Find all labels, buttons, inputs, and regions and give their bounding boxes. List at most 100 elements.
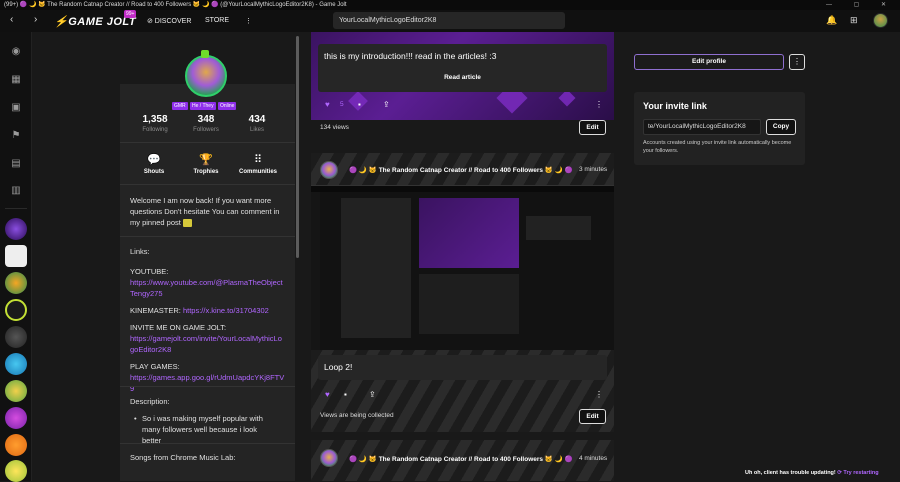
toast-message: Uh oh, client has trouble updating! [745, 470, 836, 476]
gift-icon[interactable]: ⊞ [850, 15, 858, 26]
community-avatar[interactable] [5, 460, 27, 482]
top-nav: ‹ › ⚡GAME JOLT 99+ ⊘ DISCOVER STORE ⋮ Yo… [0, 10, 900, 32]
heart-icon[interactable]: ♥ [325, 390, 330, 399]
forward-icon[interactable]: › [34, 14, 37, 25]
profile-divider [120, 236, 295, 237]
broadcast-icon[interactable]: ◉ [9, 46, 23, 58]
avatar-badge-icon [201, 50, 209, 58]
backpack-icon[interactable]: ▣ [9, 102, 23, 114]
invite-link-field[interactable]: te/YourLocalMythicLogoEditor2K8 [643, 119, 761, 135]
edit-post-button[interactable]: Edit [579, 120, 606, 135]
post-text: Loop 2! [324, 362, 353, 372]
description-section: Description: • So i was making myself po… [130, 396, 285, 446]
decor-diamond [558, 89, 576, 107]
description-heading: Description: [130, 397, 170, 406]
restart-link[interactable]: ⟳ Try restarting [837, 470, 878, 476]
links-heading: Links: [130, 247, 150, 256]
shouts-label[interactable]: Shouts [129, 169, 179, 175]
community-avatar[interactable] [5, 299, 27, 321]
community-avatar[interactable] [5, 218, 27, 240]
article-title: this is my introduction!!! read in the a… [324, 51, 497, 61]
community-avatar[interactable] [5, 326, 27, 348]
bullet-icon: • [134, 414, 137, 423]
profile-divider [120, 443, 295, 444]
store-icon[interactable]: ▦ [9, 74, 23, 86]
sidebar-scrollbar[interactable] [296, 36, 299, 258]
community-avatar[interactable] [5, 380, 27, 402]
trophy-icon[interactable]: 🏆 [199, 153, 213, 166]
invite-note: Accounts created using your invite link … [643, 140, 792, 154]
description-item: So i was making myself popular with many… [142, 414, 263, 445]
share-icon[interactable]: ⇪ [383, 100, 390, 109]
post-menu-icon[interactable]: ⋮ [595, 100, 603, 109]
communities-icon[interactable]: ⠿ [251, 153, 265, 166]
community-avatar[interactable] [5, 407, 27, 429]
comment-icon[interactable]: ▪ [344, 390, 347, 399]
play-games-label: PLAY GAMES: [130, 362, 180, 371]
profile-avatar[interactable] [185, 55, 227, 97]
post-screenshot-image[interactable] [311, 185, 614, 351]
more-menu-icon[interactable]: ⋮ [245, 17, 252, 25]
comment-icon[interactable]: ▪ [358, 100, 361, 109]
community-avatar[interactable] [5, 434, 27, 456]
youtube-label: YOUTUBE: [130, 267, 169, 276]
search-input[interactable]: YourLocalMythicLogoEditor2K8 [333, 12, 565, 29]
profile-divider [120, 386, 295, 387]
post-author[interactable]: 🟣 🌙 🐱 The Random Catnap Creator // Road … [349, 166, 573, 174]
post-time: 3 minutes [579, 166, 608, 173]
edit-profile-button[interactable]: Edit profile [634, 54, 784, 70]
views-status: Views are being collected [320, 412, 394, 419]
youtube-link[interactable]: https://www.youtube.com/@PlasmaTheObject… [130, 277, 285, 299]
chat-icon[interactable]: ▤ [9, 158, 23, 170]
community-avatar[interactable] [5, 245, 27, 267]
tag-online: Online [218, 102, 237, 110]
play-games-link[interactable]: https://games.app.goo.gl/rUdmUapdcYKj8FT… [130, 372, 285, 394]
followers-label: Followers [193, 127, 219, 133]
shouts-icon[interactable]: 💬 [147, 153, 161, 166]
profile-more-button[interactable]: ⋮ [789, 54, 805, 70]
store-link[interactable]: STORE [205, 17, 229, 24]
notification-badge: 99+ [124, 10, 137, 18]
sidebar-divider [5, 208, 27, 209]
kinemaster-label: KINEMASTER: [130, 306, 181, 315]
grid-icon[interactable]: ▥ [9, 185, 23, 197]
like-count: 5 [340, 101, 344, 108]
songs-heading: Songs from Chrome Music Lab: [130, 453, 236, 462]
tag-pronouns: He / They [190, 102, 216, 110]
chart-icon[interactable]: ⚑ [9, 130, 23, 142]
kinemaster-link[interactable]: https://x.kine.to/31704302 [183, 306, 269, 315]
following-count[interactable]: 1,358 [135, 114, 175, 125]
post-time: 4 minutes [579, 455, 608, 462]
trophies-label[interactable]: Trophies [181, 169, 231, 175]
copy-button[interactable]: Copy [766, 119, 796, 135]
discover-link[interactable]: ⊘ DISCOVER [147, 17, 191, 25]
window-titlebar: (99+) 🟣 🌙 🐱 The Random Catnap Creator //… [0, 0, 900, 10]
author-avatar[interactable] [320, 161, 338, 179]
post-author[interactable]: 🟣 🌙 🐱 The Random Catnap Creator // Road … [349, 455, 573, 463]
window-controls[interactable]: — ▢ ✕ [826, 0, 896, 10]
communities-label[interactable]: Communities [233, 169, 283, 175]
share-icon[interactable]: ⇪ [369, 390, 376, 399]
following-label: Following [142, 127, 168, 133]
invite-link[interactable]: https://gamejolt.com/invite/YourLocalMyt… [130, 333, 285, 355]
invite-heading: Your invite link [643, 101, 707, 111]
edit-post-button[interactable]: Edit [579, 409, 606, 424]
invite-label: INVITE ME ON GAME JOLT: [130, 323, 227, 332]
followers-count[interactable]: 348 [186, 114, 226, 125]
community-avatar[interactable] [5, 272, 27, 294]
likes-count[interactable]: 434 [237, 114, 277, 125]
left-sidebar: ◉ ▦ ▣ ⚑ ▤ ▥ [0, 32, 32, 482]
post-text-panel: Loop 2! [318, 355, 607, 380]
back-icon[interactable]: ‹ [10, 14, 13, 25]
read-article-link[interactable]: Read article [318, 74, 607, 81]
author-avatar[interactable] [320, 449, 338, 467]
post-menu-icon[interactable]: ⋮ [595, 390, 603, 399]
heart-icon[interactable]: ♥ [325, 100, 330, 109]
user-avatar[interactable] [873, 13, 888, 28]
article-panel: this is my introduction!!! read in the a… [318, 44, 607, 92]
likes-label: Likes [249, 127, 264, 133]
bio-intro-text: Welcome I am now back! If you want more … [130, 196, 280, 227]
community-avatar[interactable] [5, 353, 27, 375]
invite-card: Your invite link te/YourLocalMythicLogoE… [634, 92, 805, 165]
bell-icon[interactable]: 🔔 [826, 15, 837, 26]
